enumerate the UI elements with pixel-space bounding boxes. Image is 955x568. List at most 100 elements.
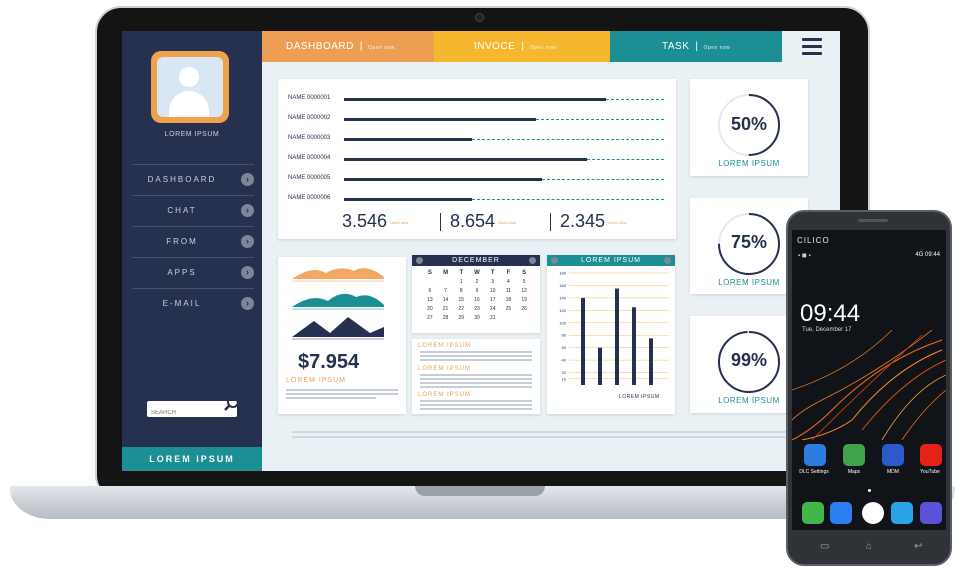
home-icon[interactable]: ⌂ — [866, 541, 872, 552]
calendar-day[interactable]: 10 — [485, 287, 501, 295]
tab-label: DASHBOARD — [286, 41, 354, 52]
calendar-day[interactable]: 22 — [453, 305, 469, 313]
tab-dashboard[interactable]: DASHBOARD | Open now — [262, 31, 434, 62]
calendar-day[interactable]: 27 — [422, 314, 438, 322]
calendar-day[interactable]: 18 — [501, 296, 517, 304]
chart-bar[interactable] — [632, 307, 636, 385]
chevron-right-icon[interactable]: › — [241, 204, 254, 217]
calendar-day-header: S — [522, 270, 527, 276]
chevron-right-icon[interactable]: › — [241, 297, 254, 310]
stat-1: 3.546 Open now — [342, 211, 408, 232]
calendar-day[interactable]: 31 — [485, 314, 501, 322]
calendar-day[interactable]: 12 — [516, 287, 532, 295]
calendar-day[interactable]: 26 — [516, 305, 532, 313]
calendar-day[interactable]: 20 — [422, 305, 438, 313]
chevron-right-icon[interactable]: › — [241, 173, 254, 186]
calendar-day[interactable]: 19 — [516, 296, 532, 304]
progress-remaining — [606, 99, 664, 100]
chart-bar[interactable] — [598, 347, 602, 385]
calendar-day[interactable]: 17 — [485, 296, 501, 304]
divider — [550, 213, 551, 231]
dlc-settings-icon[interactable] — [804, 444, 826, 466]
calendar-day[interactable]: 13 — [422, 296, 438, 304]
calendar-day[interactable]: 5 — [516, 278, 532, 286]
sidebar-item-chat[interactable]: CHAT › — [132, 195, 254, 226]
progress-label: NAME 0000001 — [288, 95, 331, 101]
calendar-day[interactable]: 28 — [438, 314, 454, 322]
menu-button[interactable] — [782, 31, 840, 62]
progress-row: NAME 0000005 — [288, 175, 668, 185]
next-icon[interactable] — [664, 257, 671, 264]
calendar-day — [422, 278, 438, 286]
calendar-day[interactable]: 21 — [438, 305, 454, 313]
calendar-card: DECEMBER S M T W T F S 1 2 3 4 5 6 7 8 9 10 11 12 13 14 15 16 1… — [412, 255, 540, 333]
progress-row: NAME 0000001 — [288, 95, 668, 105]
clock-date: Tue, December 17 — [802, 327, 852, 333]
calendar-day[interactable]: 29 — [453, 314, 469, 322]
calendar-day-header: S — [427, 270, 432, 276]
calendar-day[interactable]: 25 — [501, 305, 517, 313]
app-drawer-icon[interactable] — [862, 502, 884, 524]
browser-icon[interactable] — [920, 502, 942, 524]
back-icon[interactable]: ▭ — [820, 541, 829, 552]
calendar-day[interactable]: 6 — [422, 287, 438, 295]
calendar-day — [516, 314, 532, 322]
calendar-day[interactable]: 30 — [469, 314, 485, 322]
calendar-day[interactable]: 14 — [438, 296, 454, 304]
calendar-day[interactable]: 1 — [453, 278, 469, 286]
progress-bar — [344, 118, 536, 121]
search-icon[interactable] — [223, 395, 241, 413]
clock-time: 09:44 — [800, 300, 861, 327]
sidebar-item-email[interactable]: E-MAIL › — [132, 288, 254, 319]
messages-icon[interactable] — [830, 502, 852, 524]
progress-label: NAME 0000005 — [288, 175, 331, 181]
recents-icon[interactable]: ↩ — [914, 541, 922, 552]
section-title: LOREM IPSUM — [418, 392, 472, 398]
prev-month-icon[interactable] — [416, 257, 423, 264]
calendar-day[interactable]: 23 — [469, 305, 485, 313]
app-label: Maps — [847, 469, 861, 475]
sidebar-item-from[interactable]: FROM › — [132, 226, 254, 257]
percent-value: 50% — [730, 114, 768, 134]
mdm-icon[interactable] — [882, 444, 904, 466]
maps-icon[interactable] — [843, 444, 865, 466]
calendar-day[interactable]: 16 — [469, 296, 485, 304]
sidebar: LOREM IPSUM DASHBOARD › CHAT › FROM › AP… — [122, 31, 262, 471]
prev-icon[interactable] — [551, 257, 558, 264]
calendar-day[interactable]: 2 — [469, 278, 485, 286]
sidebar-item-apps[interactable]: APPS › — [132, 257, 254, 288]
stat-value: 2.345 — [560, 211, 606, 231]
calendar-day — [501, 314, 517, 322]
calendar-day[interactable]: 3 — [485, 278, 501, 286]
next-month-icon[interactable] — [529, 257, 536, 264]
y-tick-label: 60 — [562, 345, 567, 350]
chart-bar[interactable] — [581, 297, 585, 385]
search-input[interactable] — [147, 405, 217, 421]
youtube-icon[interactable] — [920, 444, 942, 466]
calendar-day[interactable]: 24 — [485, 305, 501, 313]
calendar-day[interactable]: 11 — [501, 287, 517, 295]
calendar-day[interactable]: 15 — [453, 296, 469, 304]
phone-icon[interactable] — [802, 502, 824, 524]
user-icon — [157, 57, 223, 117]
revenue-card: $7.954 LOREM IPSUM — [278, 257, 406, 414]
calendar-day[interactable]: 7 — [438, 287, 454, 295]
chevron-right-icon[interactable]: › — [241, 266, 254, 279]
settings-icon[interactable] — [891, 502, 913, 524]
calendar-day[interactable]: 4 — [501, 278, 517, 286]
sidebar-item-label: APPS — [167, 268, 197, 277]
progress-remaining — [536, 119, 664, 120]
sidebar-footer[interactable]: LOREM IPSUM — [122, 447, 262, 471]
card-title: LOREM IPSUM — [286, 377, 347, 384]
sidebar-item-dashboard[interactable]: DASHBOARD › — [132, 164, 254, 195]
chart-bar[interactable] — [649, 338, 653, 385]
chart-bar[interactable] — [615, 288, 619, 385]
tab-task[interactable]: TASK | Open now — [610, 31, 782, 62]
progress-bar — [344, 138, 472, 141]
avatar[interactable] — [151, 51, 229, 123]
tab-invoice[interactable]: INVOCE | Open now — [434, 31, 610, 62]
calendar-day[interactable]: 8 — [453, 287, 469, 295]
calendar-day[interactable]: 9 — [469, 287, 485, 295]
stat-sub: Open now — [608, 219, 627, 225]
chevron-right-icon[interactable]: › — [241, 235, 254, 248]
